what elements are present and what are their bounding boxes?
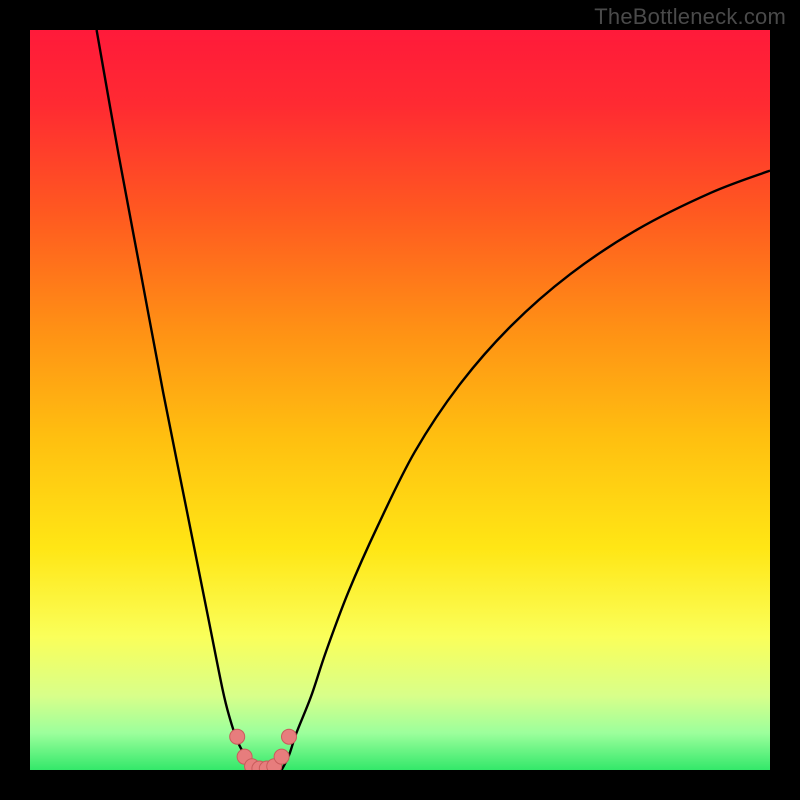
gradient-background [30,30,770,770]
trough-marker [282,729,297,744]
watermark-text: TheBottleneck.com [594,4,786,30]
trough-marker [230,729,245,744]
bottleneck-plot [30,30,770,770]
trough-marker [274,749,289,764]
chart-frame: TheBottleneck.com [0,0,800,800]
